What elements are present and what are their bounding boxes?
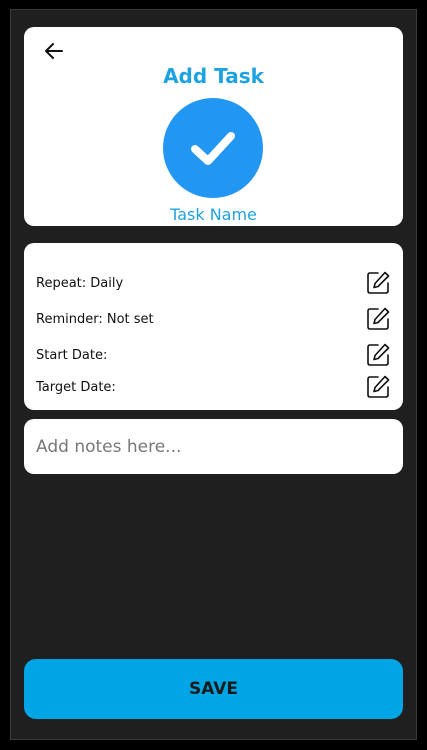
save-button[interactable]: SAVE: [24, 659, 403, 719]
edit-pencil-icon: [367, 271, 390, 294]
edit-pencil-icon: [367, 375, 390, 398]
notes-input[interactable]: [24, 419, 403, 474]
edit-reminder-button[interactable]: [365, 306, 391, 332]
edit-pencil-icon: [367, 343, 390, 366]
target-date-row: Target Date:: [36, 373, 391, 401]
repeat-label: Repeat: Daily: [36, 275, 124, 291]
back-button[interactable]: [40, 37, 68, 65]
edit-start-date-button[interactable]: [365, 342, 391, 368]
reminder-label: Reminder: Not set: [36, 311, 154, 327]
header-card: Add Task Task Name: [24, 27, 403, 226]
reminder-row: Reminder: Not set: [36, 305, 391, 333]
edit-pencil-icon: [367, 307, 390, 330]
task-complete-toggle[interactable]: [163, 98, 263, 198]
notes-card: [24, 419, 403, 474]
task-name-field[interactable]: Task Name: [24, 205, 403, 224]
edit-target-date-button[interactable]: [365, 374, 391, 400]
arrow-left-icon: [45, 43, 63, 59]
edit-repeat-button[interactable]: [365, 270, 391, 296]
repeat-row: Repeat: Daily: [36, 269, 391, 297]
start-date-label: Start Date:: [36, 347, 108, 363]
target-date-label: Target Date:: [36, 379, 116, 395]
task-details-card: Repeat: Daily Reminder: Not set Start Da…: [24, 243, 403, 410]
page-title: Add Task: [163, 64, 264, 88]
checkmark-icon: [191, 132, 235, 165]
start-date-row: Start Date:: [36, 341, 391, 369]
